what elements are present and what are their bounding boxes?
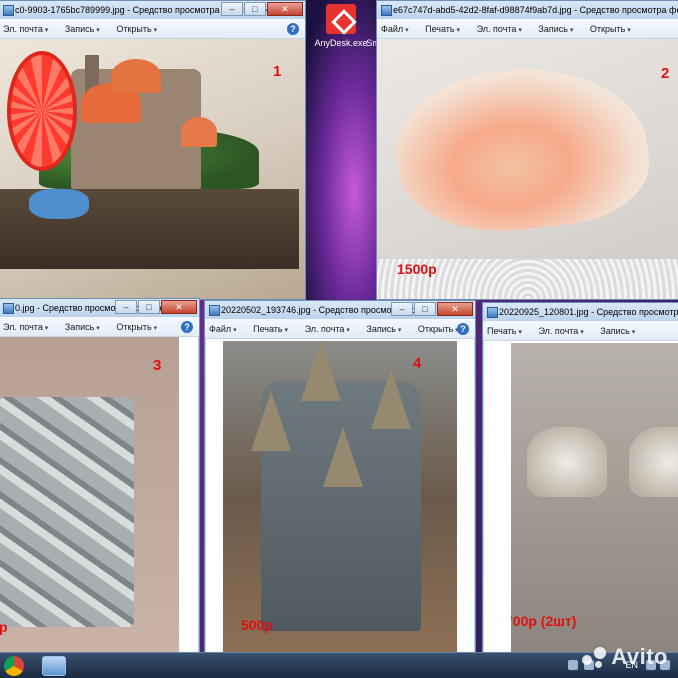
window-3-titlebar[interactable]: 0.jpg - Средство просмотра фотогр... – □… <box>0 299 199 317</box>
window-1-menu-email[interactable]: Эл. почта <box>3 24 48 34</box>
avito-watermark: Avito <box>582 644 668 670</box>
window-4-menu-open[interactable]: Открыть <box>418 324 459 334</box>
photo-1-roof <box>181 117 217 147</box>
window-4-close-button[interactable]: ✕ <box>437 302 473 316</box>
window-1-close-button[interactable]: ✕ <box>267 2 303 16</box>
window-1-minimize-button[interactable]: – <box>221 2 243 16</box>
photo-viewer-window-2[interactable]: e67c747d-abd5-42d2-8faf-d98874f9ab7d.jpg… <box>376 0 678 300</box>
window-4-photo: 4 500р <box>223 341 457 653</box>
window-5-menubar: Печать Эл. почта Запись <box>483 321 678 341</box>
window-1-titlebar[interactable]: c0-9903-1765bc789999.jpg - Средство прос… <box>0 1 305 19</box>
window-2-menu-open[interactable]: Открыть <box>590 24 631 34</box>
photo-5-griffin-figurine <box>527 427 607 497</box>
desktop: AnyDesk.exe Sm c0-9903-1765bc789999.jpg … <box>0 0 678 678</box>
window-5-titlebar[interactable]: 20220925_120801.jpg - Средство просмотра… <box>483 303 678 321</box>
window-1-help-icon[interactable]: ? <box>287 23 299 35</box>
photo-viewer-window-3[interactable]: 0.jpg - Средство просмотра фотогр... – □… <box>0 298 200 654</box>
photo-5-price-label: 700р (2шт) <box>511 613 577 629</box>
photo-5-griffin-figurine <box>629 427 678 497</box>
window-3-menu-record[interactable]: Запись <box>65 322 100 332</box>
window-3-menu-email[interactable]: Эл. почта <box>3 322 48 332</box>
window-5-menu-print[interactable]: Печать <box>487 326 522 336</box>
chrome-taskbar-icon[interactable] <box>4 656 24 676</box>
avito-logo-icon <box>582 647 608 669</box>
photo-1-roof <box>111 59 161 93</box>
window-3-minimize-button[interactable]: – <box>115 300 137 314</box>
window-4-minimize-button[interactable]: – <box>391 302 413 316</box>
window-3-help-icon[interactable]: ? <box>181 321 193 333</box>
window-2-menubar: Файл Печать Эл. почта Запись Открыть <box>377 19 678 39</box>
window-4-menu-record[interactable]: Запись <box>366 324 401 334</box>
photo-viewer-window-5[interactable]: 20220925_120801.jpg - Средство просмотра… <box>482 302 678 654</box>
photo-viewer-taskbar-icon[interactable] <box>42 656 66 676</box>
window-2-photo: 2 1500р <box>377 39 678 299</box>
window-2-title: e67c747d-abd5-42d2-8faf-d98874f9ab7d.jpg… <box>381 1 678 19</box>
window-4-maximize-button[interactable]: □ <box>414 302 436 316</box>
window-4-menubar: Файл Печать Эл. почта Запись Открыть ? <box>205 319 475 339</box>
window-1-photo: 1 <box>0 39 305 299</box>
photo-3-price-label: р <box>0 619 8 635</box>
photo-1-waterwheel <box>7 51 77 171</box>
window-3-menu-open[interactable]: Открыть <box>116 322 157 332</box>
window-1-menu-open[interactable]: Открыть <box>116 24 157 34</box>
avito-watermark-text: Avito <box>611 644 668 669</box>
anydesk-icon-label: AnyDesk.exe <box>314 38 368 48</box>
window-2-menu-email[interactable]: Эл. почта <box>477 24 522 34</box>
window-3-menubar: Эл. почта Запись Открыть ? <box>0 317 199 337</box>
photo-3-number-label: 3 <box>153 357 162 374</box>
window-4-titlebar[interactable]: 20220502_193746.jpg - Средство просмотра… <box>205 301 475 319</box>
window-5-menu-email[interactable]: Эл. почта <box>538 326 583 336</box>
window-2-menu-record[interactable]: Запись <box>538 24 573 34</box>
window-4-menu-email[interactable]: Эл. почта <box>305 324 350 334</box>
anydesk-icon <box>326 4 356 34</box>
photo-viewer-window-4[interactable]: 20220502_193746.jpg - Средство просмотра… <box>204 300 476 654</box>
photo-1-water <box>29 189 89 219</box>
tray-icon[interactable] <box>568 660 578 670</box>
photo-2-price-label: 1500р <box>397 261 437 277</box>
taskbar: EN <box>0 652 678 678</box>
window-2-menu-print[interactable]: Печать <box>425 24 460 34</box>
window-3-maximize-button[interactable]: □ <box>138 300 160 314</box>
window-3-close-button[interactable]: ✕ <box>161 300 197 314</box>
window-4-help-icon[interactable]: ? <box>457 323 469 335</box>
window-5-photo: 700р (2шт) <box>511 343 678 653</box>
window-3-photo: 3 р <box>0 337 179 653</box>
photo-4-spire <box>323 427 363 487</box>
photo-4-spire <box>301 341 341 401</box>
photo-4-price-label: 500р <box>241 617 273 633</box>
anydesk-desktop-icon[interactable]: AnyDesk.exe <box>312 4 370 48</box>
photo-viewer-window-1[interactable]: c0-9903-1765bc789999.jpg - Средство прос… <box>0 0 306 300</box>
window-4-menu-file[interactable]: Файл <box>209 324 237 334</box>
photo-1-number-label: 1 <box>273 63 282 80</box>
photo-4-spire <box>371 369 411 429</box>
window-5-menu-record[interactable]: Запись <box>600 326 635 336</box>
window-5-title: 20220925_120801.jpg - Средство просмотра… <box>487 303 678 321</box>
photo-3-rock <box>0 397 134 627</box>
window-4-menu-print[interactable]: Печать <box>253 324 288 334</box>
window-1-maximize-button[interactable]: □ <box>244 2 266 16</box>
window-2-titlebar[interactable]: e67c747d-abd5-42d2-8faf-d98874f9ab7d.jpg… <box>377 1 678 19</box>
photo-2-seashell <box>389 56 655 242</box>
window-2-menu-file[interactable]: Файл <box>381 24 409 34</box>
photo-4-number-label: 4 <box>413 355 422 372</box>
window-1-menu-record[interactable]: Запись <box>65 24 100 34</box>
photo-2-number-label: 2 <box>661 65 670 82</box>
photo-4-spire <box>251 391 291 451</box>
window-1-menubar: Эл. почта Запись Открыть ? <box>0 19 305 39</box>
